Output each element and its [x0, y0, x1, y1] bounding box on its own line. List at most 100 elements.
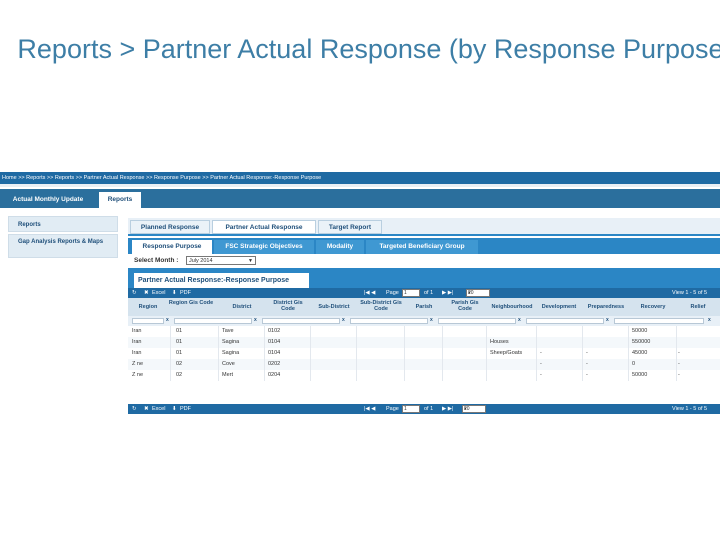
cell-region: Z ne	[132, 361, 144, 367]
view-count: View 1 - 5 of 5	[672, 406, 708, 412]
rows-per-page-select[interactable]: 20 ▾	[466, 289, 490, 297]
grid-header: Region Region Gis Code District District…	[128, 298, 720, 317]
tab-fsc-strategic-objectives[interactable]: FSC Strategic Objectives	[214, 240, 314, 254]
column-header[interactable]: Neighbourhood	[488, 304, 536, 310]
clear-filter-icon[interactable]: x	[254, 317, 257, 323]
cell-development: -	[540, 372, 542, 378]
cell-district-code: 0202	[268, 361, 281, 367]
page-input[interactable]: 1	[402, 289, 420, 297]
tab-partner-actual-response[interactable]: Partner Actual Response	[212, 220, 316, 234]
cell-region-code: 02	[176, 372, 183, 378]
column-header[interactable]: Relief	[678, 304, 718, 310]
clear-filter-icon[interactable]: x	[708, 317, 711, 323]
tab-targeted-beneficiary-group[interactable]: Targeted Beneficiary Group	[366, 240, 478, 254]
cell-district-code: 0102	[268, 328, 281, 334]
column-header[interactable]: Parish Gis Code	[444, 300, 486, 312]
report-tabs: Planned Response Partner Actual Response…	[128, 218, 720, 236]
cell-region: Iran	[132, 328, 142, 334]
column-header[interactable]: Recovery	[630, 304, 676, 310]
clear-filter-icon[interactable]: x	[430, 317, 433, 323]
filter-input[interactable]	[350, 318, 428, 324]
next-page-icon[interactable]: ▶ ▶|	[442, 404, 453, 414]
column-header[interactable]: Sub-District	[310, 304, 358, 310]
top-nav: Actual Monthly Update Reports	[0, 189, 720, 208]
pdf-export-button[interactable]: PDF	[180, 288, 191, 298]
cell-district: Sagina	[222, 350, 240, 356]
column-divider	[536, 326, 537, 381]
column-header[interactable]: Sub-District Gis Code	[358, 300, 404, 312]
page-count: of 1	[424, 406, 434, 412]
page-label: Page	[386, 290, 399, 296]
sidebar-item-gap-analysis[interactable]: Gap Analysis Reports & Maps	[8, 234, 118, 258]
cell-region: Iran	[132, 350, 142, 356]
column-header[interactable]: Development	[536, 304, 582, 310]
column-divider	[676, 326, 677, 381]
month-select-value: July 2014	[189, 258, 213, 264]
excel-icon[interactable]: ✖	[144, 404, 149, 414]
cell-recovery: 0	[632, 361, 636, 367]
tab-target-report[interactable]: Target Report	[318, 220, 382, 234]
cell-district: Cove	[222, 361, 235, 367]
tab-reports[interactable]: Reports	[99, 192, 141, 208]
cell-district: Sagina	[222, 339, 240, 345]
rows-per-page-select[interactable]: 20 ▾	[462, 405, 486, 413]
month-select[interactable]: July 2014 ▼	[186, 256, 256, 265]
sidebar-item-reports[interactable]: Reports	[8, 216, 118, 232]
refresh-icon[interactable]: ↻	[132, 288, 137, 298]
clear-filter-icon[interactable]: x	[518, 317, 521, 323]
cell-neighbourhood: Sheep/Goats	[490, 350, 523, 356]
cell-development: -	[540, 350, 542, 356]
column-header[interactable]: Preparedness	[582, 304, 630, 310]
excel-export-button[interactable]: Excel	[152, 404, 165, 414]
excel-export-button[interactable]: Excel	[152, 288, 165, 298]
cell-region-code: 01	[176, 339, 183, 345]
pager-top: ↻ ✖ Excel ⬇ PDF |◀ ◀ Page 1 of 1 ▶ ▶| 20…	[128, 288, 720, 298]
clear-filter-icon[interactable]: x	[166, 317, 169, 323]
tab-planned-response[interactable]: Planned Response	[130, 220, 210, 234]
tab-actual-monthly-update[interactable]: Actual Monthly Update	[0, 192, 96, 208]
cell-relief: -	[678, 350, 680, 356]
filter-input[interactable]	[262, 318, 340, 324]
filter-input[interactable]	[438, 318, 516, 324]
column-divider	[404, 326, 405, 381]
filter-input[interactable]	[174, 318, 252, 324]
chevron-down-icon: ▼	[248, 258, 253, 264]
page-count: of 1	[424, 290, 434, 296]
filter-input[interactable]	[132, 318, 164, 324]
pdf-icon[interactable]: ⬇	[172, 288, 177, 298]
tab-response-purpose[interactable]: Response Purpose	[132, 240, 212, 254]
refresh-icon[interactable]: ↻	[132, 404, 137, 414]
clear-filter-icon[interactable]: x	[606, 317, 609, 323]
column-divider	[582, 326, 583, 381]
breadcrumb: Home >> Reports >> Reports >> Partner Ac…	[0, 172, 720, 184]
filter-input[interactable]	[526, 318, 604, 324]
pdf-icon[interactable]: ⬇	[172, 404, 177, 414]
column-header[interactable]: Region	[132, 304, 164, 310]
breadcrumb-divider	[0, 184, 720, 187]
column-header[interactable]: District	[220, 304, 264, 310]
cell-district-code: 0104	[268, 350, 281, 356]
filter-input[interactable]	[614, 318, 704, 324]
app-screenshot: Home >> Reports >> Reports >> Partner Ac…	[0, 168, 720, 418]
clear-filter-icon[interactable]: x	[342, 317, 345, 323]
column-header[interactable]: District Gis Code	[266, 300, 310, 312]
excel-icon[interactable]: ✖	[144, 288, 149, 298]
first-page-icon[interactable]: |◀ ◀	[364, 404, 375, 414]
tab-modality[interactable]: Modality	[316, 240, 364, 254]
cell-development: -	[540, 361, 542, 367]
column-divider	[442, 326, 443, 381]
column-header[interactable]: Parish	[406, 304, 442, 310]
column-divider	[170, 326, 171, 381]
cell-district-code: 0104	[268, 339, 281, 345]
view-count: View 1 - 5 of 5	[672, 290, 708, 296]
cell-neighbourhood: Houses	[490, 339, 509, 345]
page-input[interactable]: 1	[402, 405, 420, 413]
cell-district-code: 0204	[268, 372, 281, 378]
pdf-export-button[interactable]: PDF	[180, 404, 191, 414]
sub-tabs: Response Purpose FSC Strategic Objective…	[128, 238, 720, 254]
next-page-icon[interactable]: ▶ ▶|	[442, 288, 453, 298]
column-header[interactable]: Region Gis Code	[168, 300, 214, 306]
first-page-icon[interactable]: |◀ ◀	[364, 288, 375, 298]
cell-relief: -	[678, 372, 680, 378]
column-divider	[264, 326, 265, 381]
